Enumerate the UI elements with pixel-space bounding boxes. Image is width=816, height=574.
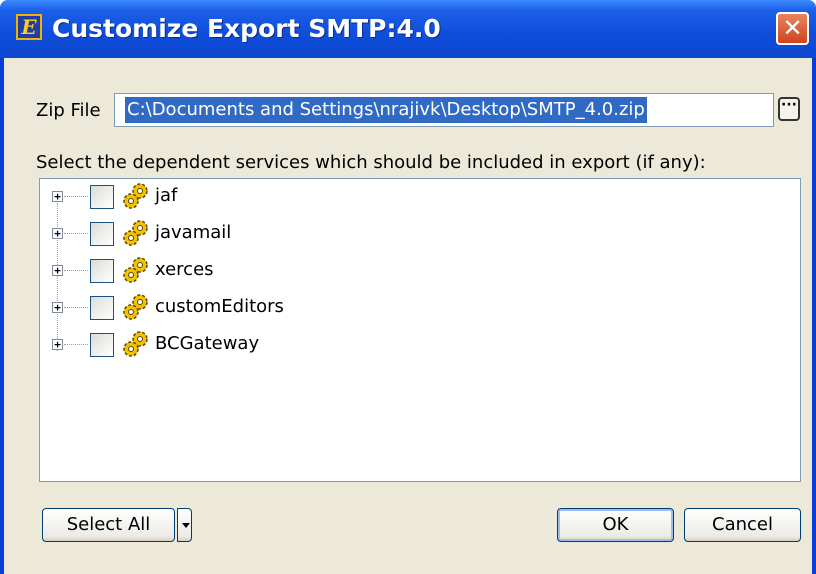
service-label: customEditors (155, 296, 284, 317)
tree-item-customeditors[interactable]: + customEditors (40, 290, 800, 326)
gears-icon (123, 294, 148, 320)
service-checkbox[interactable] (90, 222, 114, 246)
service-checkbox[interactable] (90, 296, 114, 320)
tree-item-xerces[interactable]: + xerces (40, 253, 800, 289)
tree-connector (64, 233, 88, 234)
ellipsis-icon: ··· (781, 97, 797, 113)
select-all-button[interactable]: Select All (42, 508, 175, 542)
title-bar[interactable]: E Customize Export SMTP:4.0 ✕ (0, 0, 816, 58)
expand-icon[interactable]: + (52, 228, 63, 239)
tree-connector (64, 270, 88, 271)
expand-icon[interactable]: + (52, 265, 63, 276)
service-label: javamail (155, 222, 232, 243)
expand-icon[interactable]: + (52, 191, 63, 202)
dialog-body: Zip File C:\Documents and Settings\nraji… (4, 58, 812, 574)
service-checkbox[interactable] (90, 185, 114, 209)
tree-item-jaf[interactable]: + jaf (40, 179, 800, 215)
service-label: xerces (155, 259, 214, 280)
gears-icon (123, 257, 148, 283)
service-label: jaf (155, 185, 178, 206)
zip-file-label: Zip File (36, 100, 101, 121)
ok-button[interactable]: OK (557, 508, 674, 542)
service-label: BCGateway (155, 333, 260, 354)
services-tree[interactable]: + jaf + javamail + xerces + customEditor… (39, 178, 801, 482)
gears-icon (123, 220, 148, 246)
close-icon: ✕ (782, 14, 803, 42)
window-title: Customize Export SMTP:4.0 (52, 14, 441, 43)
expand-icon[interactable]: + (52, 339, 63, 350)
tree-connector (64, 344, 88, 345)
tree-connector (64, 196, 88, 197)
select-all-dropdown-button[interactable] (177, 508, 192, 542)
chevron-down-icon (182, 523, 190, 528)
browse-button[interactable]: ··· (778, 97, 800, 121)
app-logo-icon: E (16, 14, 42, 40)
tree-connector (64, 307, 88, 308)
service-checkbox[interactable] (90, 259, 114, 283)
expand-icon[interactable]: + (52, 302, 63, 313)
close-button[interactable]: ✕ (776, 12, 809, 45)
tree-item-javamail[interactable]: + javamail (40, 216, 800, 252)
zip-file-value: C:\Documents and Settings\nrajivk\Deskto… (125, 97, 647, 123)
export-dialog: E Customize Export SMTP:4.0 ✕ Zip File C… (0, 0, 816, 574)
instructions-label: Select the dependent services which shou… (36, 152, 706, 173)
tree-item-bcgateway[interactable]: + BCGateway (40, 327, 800, 363)
cancel-button[interactable]: Cancel (684, 508, 801, 542)
gears-icon (123, 331, 148, 357)
service-checkbox[interactable] (90, 333, 114, 357)
gears-icon (123, 183, 148, 209)
zip-file-input[interactable]: C:\Documents and Settings\nrajivk\Deskto… (114, 93, 774, 127)
